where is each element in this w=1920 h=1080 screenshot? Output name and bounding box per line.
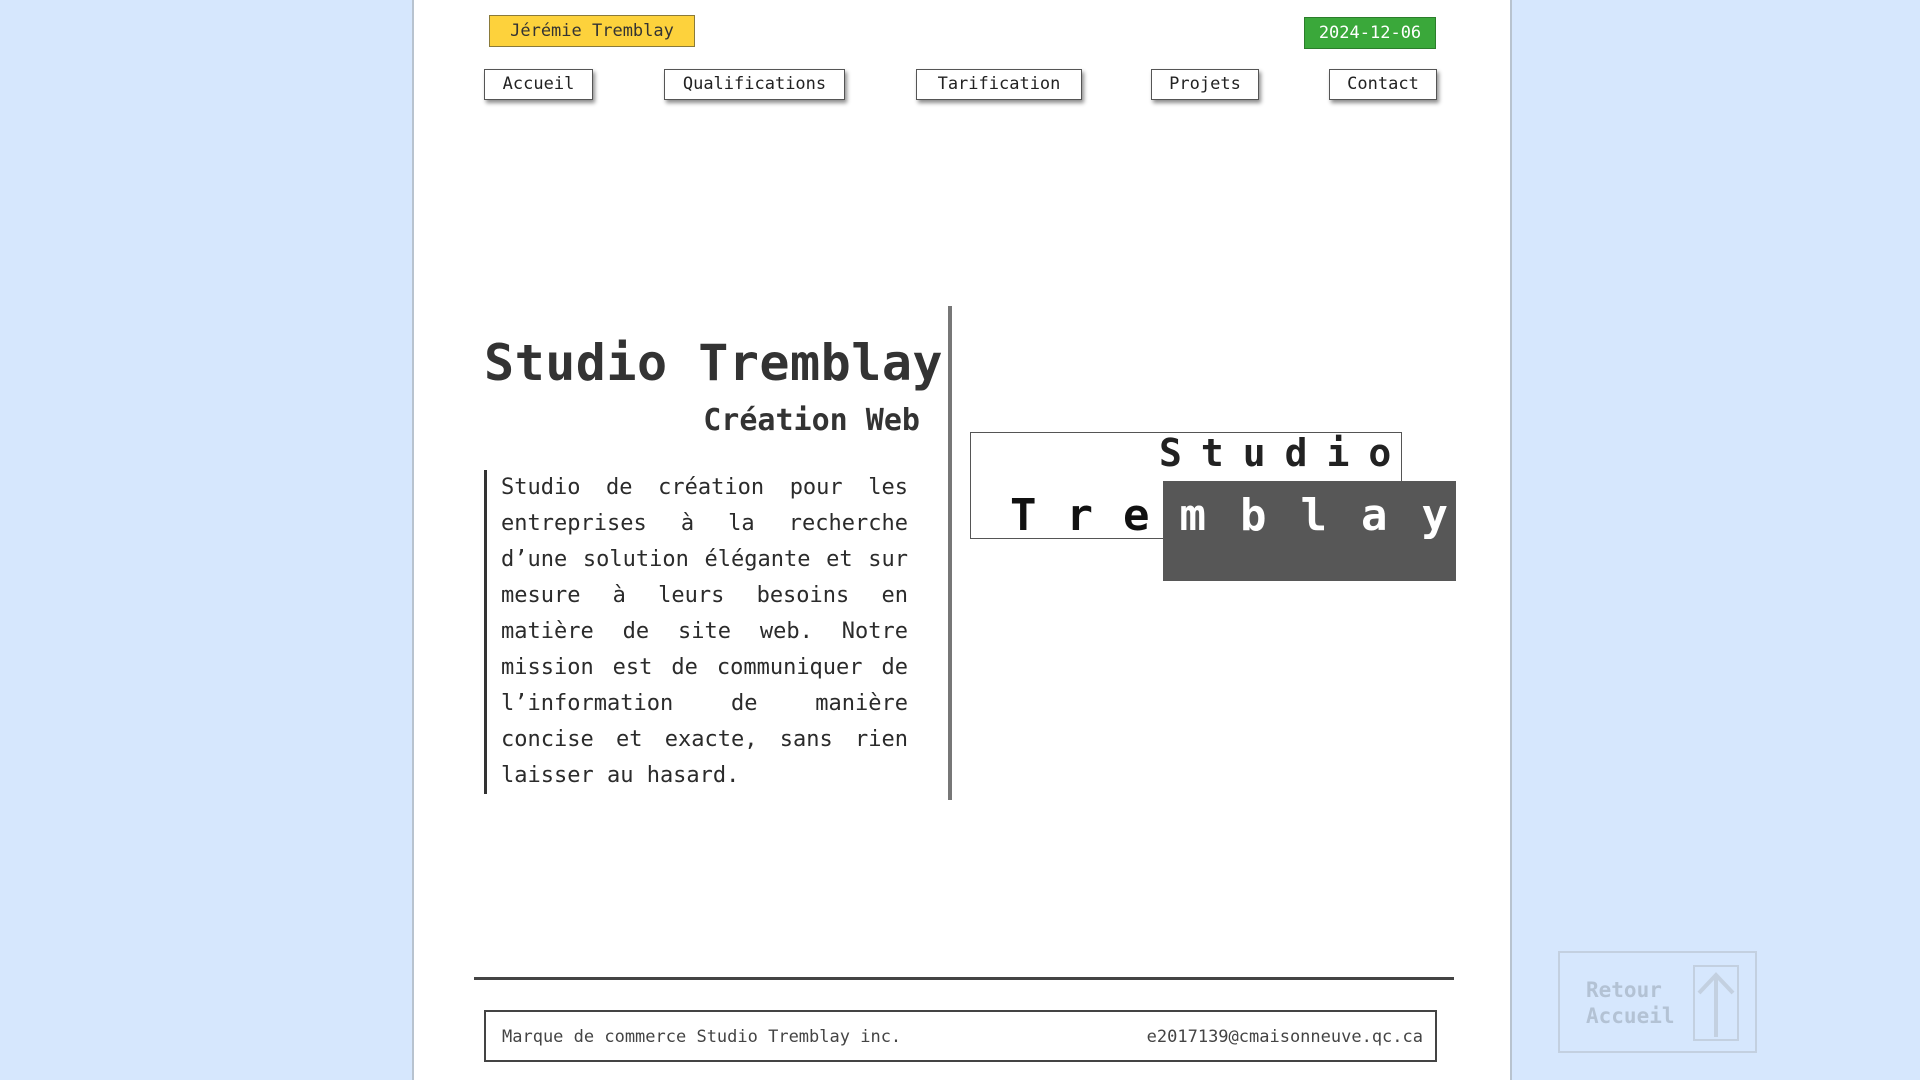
nav-tarification-button[interactable]: Tarification	[916, 69, 1082, 100]
hero-title: Studio Tremblay	[484, 334, 944, 392]
vertical-divider	[948, 306, 952, 800]
back-to-top-label: Retour Accueil	[1586, 978, 1675, 1028]
logo-word-studio: Studio	[1159, 431, 1411, 475]
footer-divider	[474, 977, 1454, 980]
logo-word-tremblay: Tremblay	[1010, 486, 1448, 546]
nav-projets-button[interactable]: Projets	[1151, 69, 1259, 100]
footer-email-link[interactable]: e2017139@cmaisonneuve.qc.ca	[1147, 1027, 1423, 1047]
page-container: Jérémie Tremblay 2024-12-06 Accueil Qual…	[412, 0, 1512, 1080]
author-name-badge: Jérémie Tremblay	[489, 15, 695, 47]
nav-contact-button[interactable]: Contact	[1329, 69, 1437, 100]
footer-trademark: Marque de commerce Studio Tremblay inc.	[502, 1027, 902, 1047]
logo-letter-group-dark: Tre	[1010, 490, 1180, 541]
nav-accueil-button[interactable]: Accueil	[484, 69, 593, 100]
hero-description: Studio de création pour les entreprises …	[484, 470, 908, 794]
logo-letter-group-light: mbla	[1179, 490, 1422, 541]
date-badge: 2024-12-06	[1304, 17, 1436, 49]
footer: Marque de commerce Studio Tremblay inc. …	[484, 1010, 1437, 1062]
hero-subtitle: Création Web	[703, 403, 920, 438]
arrow-up-icon	[1693, 965, 1739, 1041]
back-to-top-button[interactable]: Retour Accueil	[1558, 951, 1757, 1053]
logo-letter-end: y	[1421, 490, 1448, 541]
nav-qualifications-button[interactable]: Qualifications	[664, 69, 845, 100]
